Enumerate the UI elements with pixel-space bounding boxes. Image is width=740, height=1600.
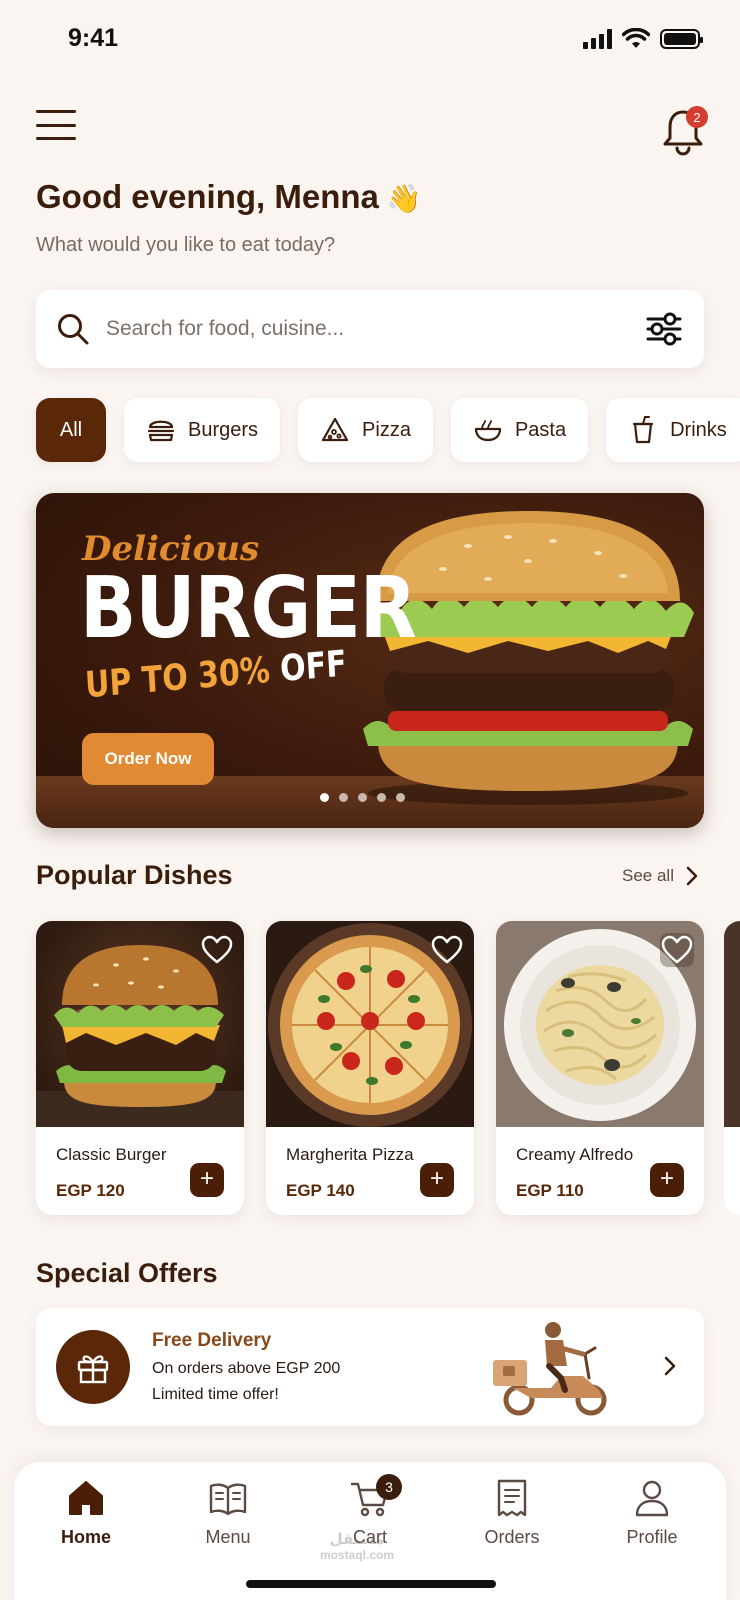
carousel-dots bbox=[320, 793, 405, 802]
cart-count-badge: 3 bbox=[376, 1474, 402, 1500]
watermark: مستقل mostaql.com bbox=[320, 1531, 395, 1562]
category-chips: All Burgers Pizza Pasta Drinks bbox=[36, 398, 740, 462]
special-offers-title: Special Offers bbox=[36, 1258, 218, 1288]
dish-price: EGP 140 bbox=[286, 1181, 355, 1200]
dish-price: EGP 110 bbox=[516, 1181, 584, 1200]
favorite-heart-icon[interactable] bbox=[660, 933, 694, 967]
dish-image bbox=[266, 921, 474, 1127]
chevron-right-icon bbox=[686, 866, 698, 886]
nav-label: Profile bbox=[626, 1527, 678, 1547]
pasta-bowl-icon bbox=[474, 420, 502, 442]
notification-badge: 2 bbox=[686, 106, 708, 128]
banner-headline: BURGER bbox=[80, 559, 417, 658]
offer-note: Limited time offer! bbox=[152, 1386, 279, 1403]
watermark-latin: mostaql.com bbox=[320, 1547, 395, 1562]
category-chip-pizza[interactable]: Pizza bbox=[298, 398, 433, 462]
category-chip-pasta[interactable]: Pasta bbox=[450, 398, 589, 462]
nav-item-menu[interactable]: Menu bbox=[178, 1478, 278, 1548]
filter-sliders-icon[interactable] bbox=[644, 309, 684, 349]
search-bar bbox=[36, 290, 704, 368]
pizza-icon bbox=[321, 417, 349, 442]
hamburger-menu-icon[interactable] bbox=[36, 110, 76, 140]
offer-description: On orders above EGP 200 bbox=[152, 1360, 341, 1377]
category-chip-burgers[interactable]: Burgers bbox=[124, 398, 281, 462]
burger-icon bbox=[147, 420, 175, 442]
nav-item-orders[interactable]: Orders bbox=[462, 1478, 562, 1548]
cellular-signal-icon bbox=[583, 29, 612, 49]
add-to-cart-button[interactable]: + bbox=[420, 1163, 454, 1197]
carousel-dot[interactable] bbox=[377, 793, 386, 802]
profile-icon bbox=[635, 1480, 669, 1517]
see-all-link[interactable]: See all bbox=[622, 866, 698, 886]
free-delivery-offer-card[interactable]: Free Delivery On orders above EGP 200 Li… bbox=[36, 1308, 704, 1426]
dish-name: Margherita Pizza bbox=[286, 1145, 414, 1164]
offer-title: Free Delivery bbox=[152, 1330, 272, 1351]
category-chip-label: All bbox=[59, 418, 83, 441]
category-chip-label: Burgers bbox=[188, 418, 259, 441]
dish-card[interactable]: Creamy Alfredo EGP 110 + bbox=[496, 921, 704, 1215]
greeting-subtitle: What would you like to eat today? bbox=[36, 234, 336, 256]
carousel-dot[interactable] bbox=[396, 793, 405, 802]
see-all-label: See all bbox=[622, 866, 674, 885]
category-chip-label: Drinks bbox=[670, 418, 727, 441]
receipt-icon bbox=[497, 1479, 527, 1517]
carousel-dot[interactable] bbox=[358, 793, 367, 802]
delivery-scooter-icon bbox=[493, 1322, 607, 1416]
dish-image bbox=[496, 921, 704, 1127]
drink-cup-icon bbox=[632, 416, 654, 444]
promo-banner[interactable]: Delicious BURGER UP TO 30% OFF Order Now bbox=[36, 493, 704, 828]
search-input[interactable] bbox=[106, 317, 644, 341]
order-now-button[interactable]: Order Now bbox=[82, 733, 214, 785]
add-to-cart-button[interactable]: + bbox=[650, 1163, 684, 1197]
status-time: 9:41 bbox=[68, 24, 119, 52]
favorite-heart-icon[interactable] bbox=[430, 933, 464, 967]
carousel-dot[interactable] bbox=[320, 793, 329, 802]
banner-discount-suffix: OFF bbox=[278, 643, 348, 691]
watermark-arabic: مستقل bbox=[329, 1531, 385, 1548]
menu-book-icon bbox=[209, 1483, 247, 1516]
greeting-heading: Good evening, Menna 👋 bbox=[36, 178, 422, 216]
category-chip-label: Pizza bbox=[362, 418, 411, 441]
gift-icon bbox=[77, 1355, 109, 1384]
favorite-heart-icon[interactable] bbox=[200, 933, 234, 967]
dish-card-peek[interactable] bbox=[724, 921, 740, 1215]
gift-icon-badge bbox=[56, 1330, 130, 1404]
carousel-dot[interactable] bbox=[339, 793, 348, 802]
banner-discount-prefix: UP TO 30% bbox=[84, 649, 272, 707]
dish-name: Classic Burger bbox=[56, 1145, 167, 1164]
nav-label: Home bbox=[60, 1527, 111, 1547]
home-icon bbox=[69, 1481, 103, 1515]
home-indicator[interactable] bbox=[246, 1580, 496, 1588]
dish-price: EGP 120 bbox=[56, 1181, 125, 1200]
add-to-cart-button[interactable]: + bbox=[190, 1163, 224, 1197]
category-chip-all[interactable]: All bbox=[36, 398, 106, 462]
greeting-text: Good evening, Menna bbox=[36, 178, 379, 215]
status-icons bbox=[583, 28, 703, 50]
category-chip-label: Pasta bbox=[514, 418, 567, 441]
battery-icon bbox=[660, 29, 703, 49]
nav-label: Menu bbox=[205, 1527, 251, 1547]
chevron-right-icon bbox=[664, 1356, 676, 1376]
popular-dishes-title: Popular Dishes bbox=[36, 860, 233, 890]
waving-hand-icon: 👋 bbox=[386, 183, 422, 214]
dish-card[interactable]: Classic Burger EGP 120 + bbox=[36, 921, 244, 1215]
nav-item-home[interactable]: Home bbox=[36, 1478, 136, 1548]
search-icon bbox=[58, 314, 89, 345]
category-chip-drinks[interactable]: Drinks bbox=[606, 398, 740, 462]
dish-name: Creamy Alfredo bbox=[516, 1145, 634, 1164]
notification-button[interactable]: 2 bbox=[660, 106, 710, 156]
nav-label: Orders bbox=[484, 1527, 540, 1547]
popular-dishes-list: Classic Burger EGP 120 + Margherita Pizz… bbox=[36, 921, 704, 1215]
nav-item-profile[interactable]: Profile bbox=[602, 1478, 702, 1548]
dish-image bbox=[36, 921, 244, 1127]
dish-card[interactable]: Margherita Pizza EGP 140 + bbox=[266, 921, 474, 1215]
wifi-icon bbox=[622, 28, 650, 48]
